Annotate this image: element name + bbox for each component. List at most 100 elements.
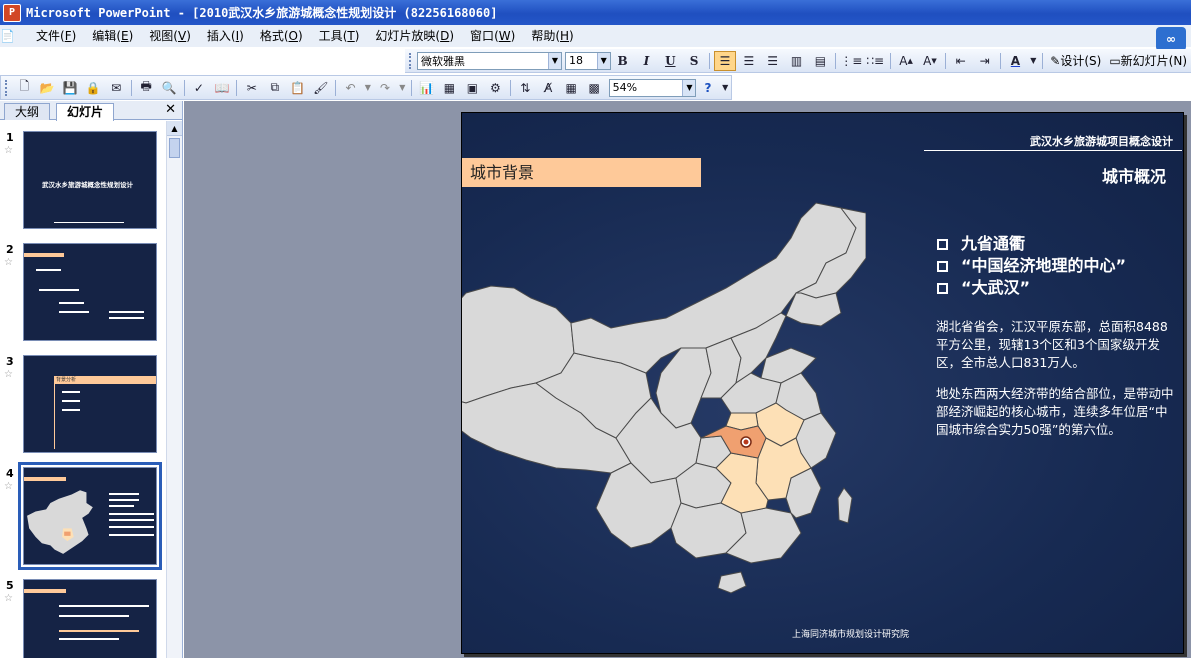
design-icon: ✎ <box>1050 53 1061 68</box>
slide-header-title[interactable]: 武汉水乡旅游城项目概念设计 <box>1030 133 1173 149</box>
slide-thumbnail[interactable]: 背景分析 <box>23 355 157 453</box>
menu-format[interactable]: 格式(O) <box>252 26 311 46</box>
permission-icon[interactable]: 🔒 <box>83 78 104 98</box>
shadow-button[interactable]: S <box>683 51 705 71</box>
expand-all-icon[interactable]: ⇅ <box>515 78 536 98</box>
tab-slides[interactable]: 幻灯片 <box>56 103 115 121</box>
toolbar-grip[interactable] <box>409 52 413 69</box>
slide-number: 2 <box>6 243 14 256</box>
bullet-list[interactable]: 九省通衢 “中国经济地理的中心” “大武汉” <box>937 233 1126 299</box>
powerpoint-app-icon[interactable]: P <box>3 3 21 22</box>
slide-thumbnail[interactable] <box>23 243 157 341</box>
thumb-title: 背景分析 <box>54 376 156 384</box>
separator <box>411 79 413 96</box>
undo-icon[interactable]: ↶ <box>340 78 361 98</box>
font-select[interactable]: 微软雅黑 ▼ <box>416 51 562 70</box>
email-icon[interactable]: ✉ <box>106 78 127 98</box>
numbered-list-button[interactable]: ⋮≡ <box>840 51 862 71</box>
menu-insert[interactable]: 插入(I) <box>199 26 252 46</box>
insert-diagram-icon[interactable]: ⚙ <box>485 78 506 98</box>
toolbar-grip[interactable] <box>5 79 9 96</box>
show-grid-icon[interactable]: ▦ <box>561 78 582 98</box>
slide-thumbnail[interactable] <box>18 462 162 570</box>
align-right-button[interactable]: ☰ <box>762 51 784 71</box>
cut-icon[interactable]: ✂ <box>241 78 262 98</box>
color-grayscale-icon[interactable]: ▩ <box>584 78 605 98</box>
slides-panel: 大纲 幻灯片 ✕ 1 ☆ 武汉水乡旅游城概念性规划设计 2 ☆ 3 ☆ 背景分析… <box>0 101 183 658</box>
close-icon[interactable]: ✕ <box>165 102 176 117</box>
doc-menu-icon[interactable]: 📄 <box>0 29 28 43</box>
checkbox-bullet-icon <box>937 282 948 294</box>
current-slide[interactable]: 武汉水乡旅游城项目概念设计 城市背景 城市概况 九省通衢 “中国经济地理的中心”… <box>461 112 1184 654</box>
separator <box>890 52 892 69</box>
font-size-select[interactable]: 18 ▼ <box>564 51 611 70</box>
zoom-select[interactable]: 54% ▼ <box>608 78 697 97</box>
panel-tabs: 大纲 幻灯片 ✕ <box>0 101 182 121</box>
columns-icon[interactable]: ▤ <box>809 51 831 71</box>
bullet-list-button[interactable]: ∷≡ <box>864 51 886 71</box>
new-slide-button[interactable]: ▭新幻灯片(N) <box>1105 51 1191 71</box>
tab-outline[interactable]: 大纲 <box>4 103 51 120</box>
show-formatting-icon[interactable]: A̸ <box>538 78 559 98</box>
new-file-icon[interactable]: 🗋 <box>14 78 35 98</box>
format-painter-icon[interactable]: 🖌 <box>310 78 331 98</box>
save-icon[interactable]: 💾 <box>60 78 81 98</box>
slide-footer[interactable]: 上海同济城市规划设计研究院 <box>792 627 909 640</box>
menu-tools[interactable]: 工具(T) <box>311 26 368 46</box>
toolbar-options-icon[interactable]: ▼ <box>720 78 730 98</box>
bold-button[interactable]: B <box>612 51 634 71</box>
separator <box>183 79 185 96</box>
spelling-icon[interactable]: ✓ <box>188 78 209 98</box>
design-button[interactable]: ✎设计(S) <box>1046 51 1105 71</box>
separator <box>944 52 946 69</box>
research-icon[interactable]: 📖 <box>211 78 232 98</box>
menu-help[interactable]: 帮助(H) <box>523 26 581 46</box>
paragraph-position[interactable]: 地处东西两大经济带的结合部位，是带动中部经济崛起的核心城市，连续多年位居“中国城… <box>936 385 1176 439</box>
help-cloud-icon[interactable]: ∞ <box>1156 27 1186 51</box>
paragraph-overview[interactable]: 湖北省省会，江汉平原东部，总面积8488平方公里，现辖13个区和3个国家级开发区… <box>936 318 1176 372</box>
menu-window[interactable]: 窗口(W) <box>462 26 523 46</box>
underline-button[interactable]: U <box>659 51 681 71</box>
paste-icon[interactable]: 📋 <box>287 78 308 98</box>
chevron-down-icon[interactable]: ▼ <box>1028 51 1038 71</box>
title-bar: P Microsoft PowerPoint - [2010武汉水乡旅游城概念性… <box>0 0 1191 25</box>
insert-table-icon[interactable]: ▦ <box>439 78 460 98</box>
increase-font-button[interactable]: A ▲ <box>895 51 917 71</box>
decrease-indent-button[interactable]: ⇤ <box>950 51 972 71</box>
tables-borders-icon[interactable]: ▣ <box>462 78 483 98</box>
menu-edit[interactable]: 编辑(E) <box>84 26 141 46</box>
china-map[interactable] <box>461 198 866 598</box>
open-folder-icon[interactable]: 📂 <box>37 78 58 98</box>
star-icon: ☆ <box>4 593 13 604</box>
decrease-font-button[interactable]: A ▼ <box>919 51 941 71</box>
chevron-down-icon[interactable]: ▼ <box>547 52 561 69</box>
align-left-button[interactable]: ☰ <box>714 50 736 71</box>
slide-title[interactable]: 城市概况 <box>1102 163 1166 187</box>
chevron-down-icon[interactable]: ▼ <box>682 79 696 96</box>
redo-icon[interactable]: ↷ <box>375 78 396 98</box>
menu-slideshow[interactable]: 幻灯片放映(D) <box>367 26 462 46</box>
chevron-down-icon[interactable]: ▼ <box>398 78 408 98</box>
section-label[interactable]: 城市背景 <box>462 158 701 187</box>
scroll-up-icon[interactable]: ▲ <box>167 121 182 136</box>
align-center-button[interactable]: ☰ <box>738 51 760 71</box>
slide-thumbnail[interactable] <box>23 579 157 658</box>
scroll-thumb[interactable] <box>169 138 180 158</box>
menu-file[interactable]: 文件(F) <box>28 26 84 46</box>
insert-chart-icon[interactable]: 📊 <box>416 78 437 98</box>
slide-number: 5 <box>6 579 14 592</box>
copy-icon[interactable]: ⧉ <box>264 78 285 98</box>
print-preview-icon[interactable]: 🔍 <box>159 78 180 98</box>
chevron-down-icon[interactable]: ▼ <box>363 78 373 98</box>
increase-indent-button[interactable]: ⇥ <box>974 51 996 71</box>
font-color-button[interactable]: A <box>1005 51 1027 71</box>
menu-view[interactable]: 视图(V) <box>141 26 199 46</box>
bullet-item: 九省通衢 <box>937 233 1126 255</box>
thumbnail-scrollbar[interactable]: ▲ <box>166 121 182 658</box>
slide-thumbnail[interactable]: 武汉水乡旅游城概念性规划设计 <box>23 131 157 229</box>
help-icon[interactable]: ? <box>697 78 718 98</box>
italic-button[interactable]: I <box>636 51 658 71</box>
print-icon[interactable]: 🖶 <box>136 78 157 98</box>
distribute-icon[interactable]: ▥ <box>786 51 808 71</box>
chevron-down-icon[interactable]: ▼ <box>596 52 610 69</box>
